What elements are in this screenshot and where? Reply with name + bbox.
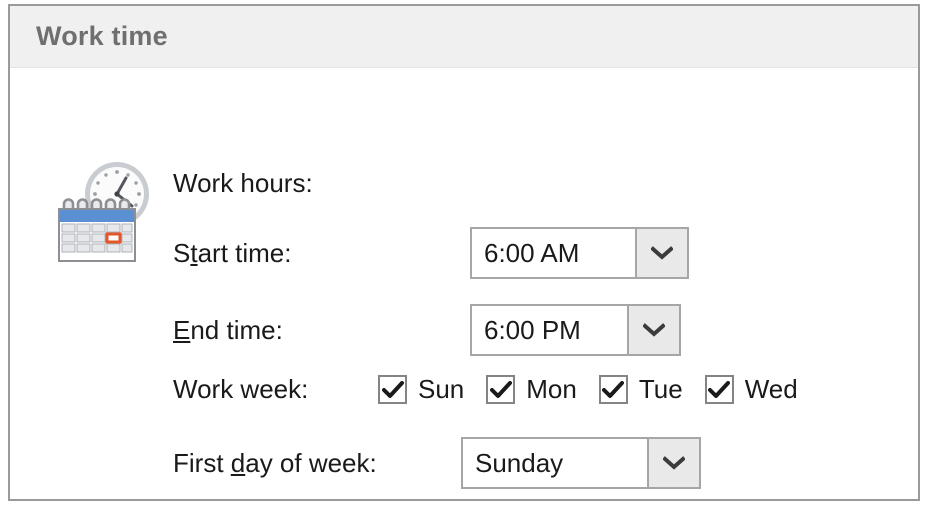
end-time-select[interactable]: 6:00 PM <box>470 304 681 356</box>
work-week-day-tue[interactable]: Tue <box>598 374 683 405</box>
checkbox-checked-icon[interactable] <box>598 375 628 404</box>
end-time-label: End time: <box>173 315 470 346</box>
panel-body: Work hours: Start time: 6:00 AM End time… <box>10 68 918 499</box>
end-time-label-accel: E <box>173 314 191 345</box>
checkbox-checked-icon[interactable] <box>486 375 516 404</box>
start-time-select[interactable]: 6:00 AM <box>470 227 689 279</box>
start-time-value: 6:00 AM <box>472 229 635 277</box>
work-week-day-label: Sun <box>418 374 465 404</box>
first-day-of-week-select[interactable]: Sunday <box>461 437 701 489</box>
start-time-label-pre: S <box>173 237 191 268</box>
end-time-label-post: nd time: <box>190 314 283 345</box>
first-day-of-week-row: First day of week: Sunday <box>173 437 701 489</box>
start-time-label: Start time: <box>173 238 470 269</box>
end-time-value: 6:00 PM <box>472 306 627 354</box>
chevron-down-icon[interactable] <box>627 306 679 354</box>
work-hours-label: Work hours: <box>173 168 313 198</box>
panel-header: Work time <box>10 6 918 68</box>
work-time-panel: Work time Work hours: Start time: 6:00 A… <box>8 4 920 501</box>
work-week-day-label: Tue <box>638 374 683 404</box>
start-time-row: Start time: 6:00 AM <box>173 227 689 279</box>
first-day-label-accel: d <box>230 447 246 478</box>
start-time-label-accel: t <box>190 237 198 268</box>
first-day-of-week-value: Sunday <box>463 439 647 487</box>
first-day-label-post: ay of week: <box>245 447 377 478</box>
work-week-day-label: Mon <box>526 374 577 404</box>
checkbox-checked-icon[interactable] <box>704 375 734 404</box>
start-time-label-post: art time: <box>197 237 292 268</box>
work-week-label: Work week: <box>173 374 309 404</box>
work-week-day-sun[interactable]: Sun <box>378 374 464 405</box>
work-week-day-mon[interactable]: Mon <box>486 374 577 405</box>
page-title: Work time <box>36 21 168 51</box>
chevron-down-icon[interactable] <box>647 439 699 487</box>
checkbox-checked-icon[interactable] <box>378 375 407 404</box>
chevron-down-icon[interactable] <box>635 229 687 277</box>
work-hours-row: Work hours: <box>173 168 313 199</box>
first-day-of-week-label: First day of week: <box>173 448 461 479</box>
work-week-row: Work week: Sun Mon Tue Wed <box>173 374 820 405</box>
work-week-day-wed[interactable]: Wed <box>704 374 798 405</box>
calendar-clock-icon <box>54 156 150 266</box>
work-week-checkbox-group: Sun Mon Tue Wed <box>378 374 820 405</box>
end-time-row: End time: 6:00 PM <box>173 304 681 356</box>
work-week-day-label: Wed <box>744 374 798 404</box>
first-day-label-pre: First <box>173 447 231 478</box>
